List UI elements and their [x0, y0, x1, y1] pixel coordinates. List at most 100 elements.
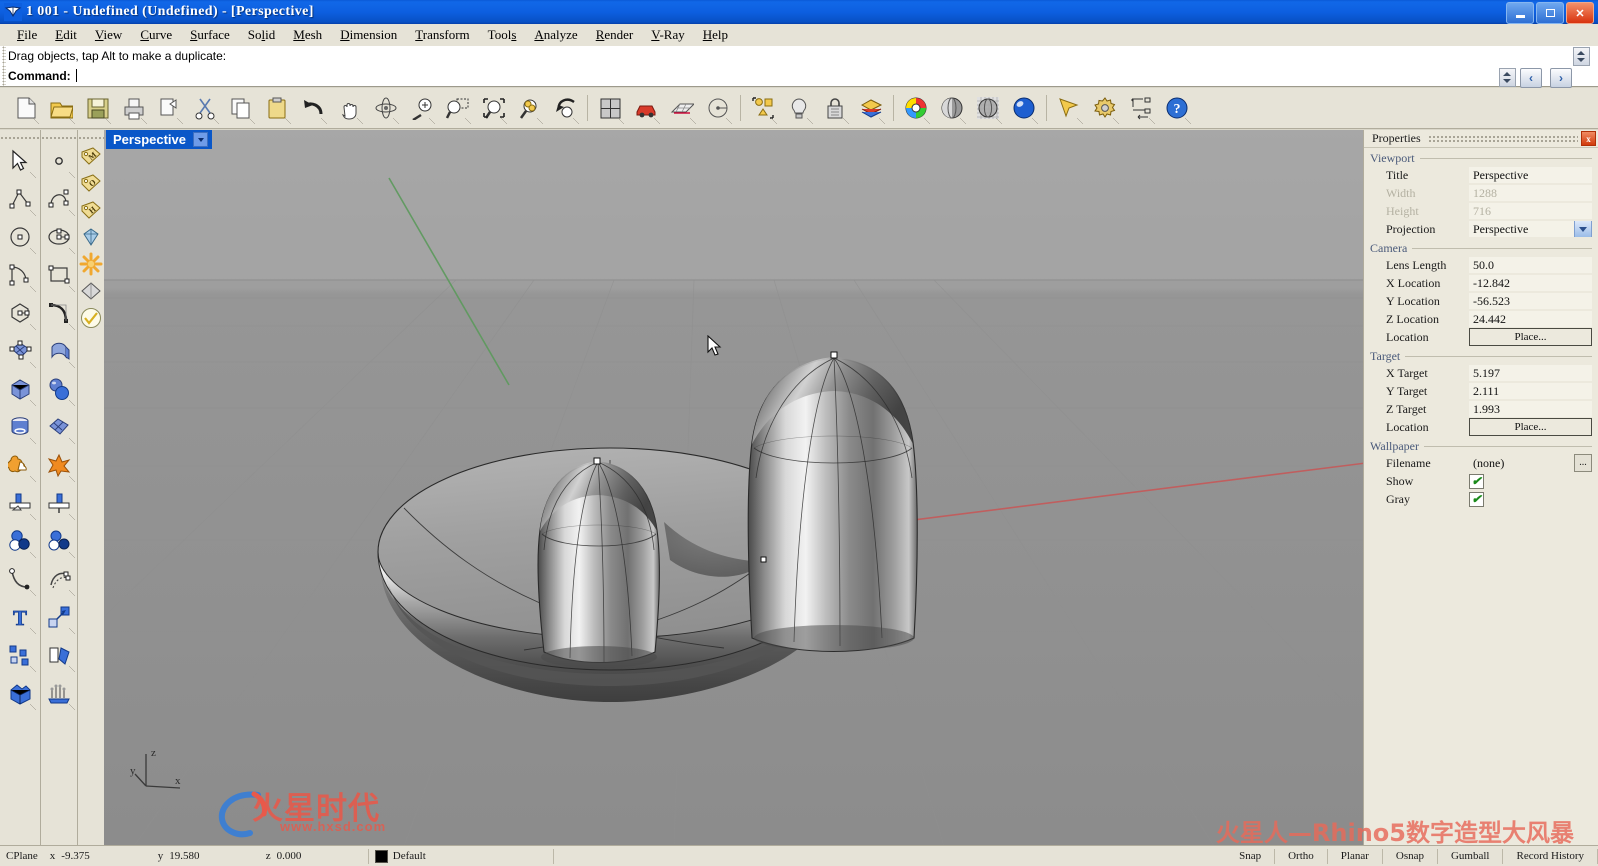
property-value-z-target[interactable]: 1.993 — [1469, 401, 1592, 417]
property-value-title[interactable]: Perspective — [1469, 167, 1592, 183]
help-icon[interactable]: ? — [1159, 91, 1194, 126]
current-layer[interactable]: Default — [369, 846, 553, 866]
paste-icon[interactable] — [259, 91, 294, 126]
curve-fillet-icon[interactable] — [2, 561, 38, 597]
dimension-icon[interactable] — [1123, 91, 1158, 126]
command-spinner[interactable] — [1499, 68, 1516, 87]
menu-item-transform[interactable]: Transform — [406, 25, 478, 45]
box-solid-icon[interactable] — [2, 371, 38, 407]
curve-blend-icon[interactable] — [41, 295, 77, 331]
sun-light-icon[interactable] — [79, 251, 103, 277]
menu-item-v-ray[interactable]: V-Ray — [642, 25, 693, 45]
rectangle-icon[interactable] — [41, 257, 77, 293]
zoom-extents-icon[interactable] — [475, 91, 510, 126]
named-cplane-icon[interactable] — [700, 91, 735, 126]
menu-item-surface[interactable]: Surface — [181, 25, 239, 45]
close-button[interactable]: ✕ — [1566, 2, 1594, 24]
checkbox-gray[interactable]: ✔ — [1469, 491, 1484, 507]
offset-curve-icon[interactable] — [41, 561, 77, 597]
pan-hand-icon[interactable] — [331, 91, 366, 126]
text-object-icon[interactable]: T — [2, 599, 38, 635]
split-icon[interactable] — [41, 485, 77, 521]
maximize-restore-button[interactable] — [1536, 2, 1564, 24]
property-value-z-location[interactable]: 24.442 — [1469, 311, 1592, 327]
menu-item-file[interactable]: File — [8, 25, 46, 45]
menu-item-edit[interactable]: Edit — [46, 25, 86, 45]
select-pointer-icon[interactable] — [2, 143, 38, 179]
zoom-window-icon[interactable] — [439, 91, 474, 126]
status-toggle-ortho[interactable]: Ortho — [1275, 846, 1327, 866]
boolean-diff-icon[interactable] — [41, 523, 77, 559]
curve-interp-icon[interactable] — [41, 181, 77, 217]
place-button-location[interactable]: Place... — [1469, 328, 1592, 346]
osnap-mid-tag-icon[interactable]: M — [79, 143, 103, 169]
property-value-y-location[interactable]: -56.523 — [1469, 293, 1592, 309]
menu-item-analyze[interactable]: Analyze — [525, 25, 586, 45]
menu-item-view[interactable]: View — [86, 25, 131, 45]
move-object-icon[interactable] — [41, 599, 77, 635]
chevron-down-icon[interactable] — [193, 132, 208, 147]
menu-item-help[interactable]: Help — [694, 25, 737, 45]
point-object-icon[interactable] — [41, 143, 77, 179]
copy-icon[interactable] — [223, 91, 258, 126]
property-value-lens-length[interactable]: 50.0 — [1469, 257, 1592, 273]
chevron-down-icon[interactable] — [1574, 221, 1592, 237]
rotate-view-icon[interactable] — [367, 91, 402, 126]
ghosted-view-icon[interactable] — [970, 91, 1005, 126]
trim-icon[interactable] — [2, 485, 38, 521]
extrude-surface-icon[interactable] — [41, 333, 77, 369]
mirror-object-icon[interactable] — [41, 637, 77, 673]
prev-command-button[interactable]: ‹ — [1520, 68, 1542, 88]
close-icon[interactable]: x — [1581, 131, 1596, 146]
polyline-icon[interactable] — [2, 181, 38, 217]
status-toggle-planar[interactable]: Planar — [1328, 846, 1382, 866]
options-gear-icon[interactable] — [1087, 91, 1122, 126]
surface-from-points-icon[interactable] — [2, 333, 38, 369]
osnap-cen-tag-icon[interactable]: O — [79, 170, 103, 196]
open-file-icon[interactable] — [43, 91, 78, 126]
status-toggle-record-history[interactable]: Record History — [1503, 846, 1597, 866]
explode-icon[interactable] — [41, 447, 77, 483]
cut-icon[interactable] — [187, 91, 222, 126]
group-objects-icon[interactable] — [745, 91, 780, 126]
grid-settings-icon[interactable] — [664, 91, 699, 126]
boolean-union-icon[interactable] — [2, 447, 38, 483]
polygon-icon[interactable] — [2, 295, 38, 331]
layers-icon[interactable] — [853, 91, 888, 126]
property-select-projection[interactable]: Perspective — [1469, 221, 1592, 237]
command-line-bar[interactable]: Command: — [0, 65, 1598, 87]
place-button-location[interactable]: Place... — [1469, 418, 1592, 436]
undo-view-icon[interactable] — [547, 91, 582, 126]
copy-to-clipboard-icon[interactable] — [151, 91, 186, 126]
light-bulb-icon[interactable] — [781, 91, 816, 126]
property-value-x-target[interactable]: 5.197 — [1469, 365, 1592, 381]
status-toggle-gumball[interactable]: Gumball — [1438, 846, 1503, 866]
perspective-viewport[interactable]: Perspective z x y 火星时代 www.hxsd.com — [104, 130, 1364, 846]
osnap-end-tag-icon[interactable]: H — [79, 197, 103, 223]
layer-color-swatch[interactable] — [374, 849, 388, 863]
color-wheel-icon[interactable] — [898, 91, 933, 126]
select-arrow-icon[interactable] — [1051, 91, 1086, 126]
zoom-selected-icon[interactable] — [511, 91, 546, 126]
next-command-button[interactable]: › — [1550, 68, 1572, 88]
status-toggle-snap[interactable]: Snap — [1226, 846, 1274, 866]
diamond-plane-icon[interactable] — [79, 278, 103, 304]
cylinder-solid-icon[interactable] — [2, 409, 38, 445]
browse-file-button[interactable]: ... — [1574, 454, 1592, 472]
shaded-view-icon[interactable] — [934, 91, 969, 126]
loft-surface-icon[interactable] — [41, 675, 77, 711]
viewport-title-tab[interactable]: Perspective — [106, 130, 212, 149]
new-file-icon[interactable] — [7, 91, 42, 126]
gem-render-icon[interactable] — [79, 224, 103, 250]
menu-item-curve[interactable]: Curve — [131, 25, 181, 45]
cube-extrude-icon[interactable] — [2, 675, 38, 711]
properties-drag-grip[interactable] — [1427, 135, 1578, 142]
arc-icon[interactable] — [2, 257, 38, 293]
circle-icon[interactable] — [2, 219, 38, 255]
minimize-button[interactable] — [1506, 2, 1534, 24]
checkbox-show[interactable]: ✔ — [1469, 473, 1484, 489]
menu-item-render[interactable]: Render — [587, 25, 643, 45]
undo-icon[interactable] — [295, 91, 330, 126]
save-file-icon[interactable] — [79, 91, 114, 126]
sphere-solid-icon[interactable] — [41, 371, 77, 407]
